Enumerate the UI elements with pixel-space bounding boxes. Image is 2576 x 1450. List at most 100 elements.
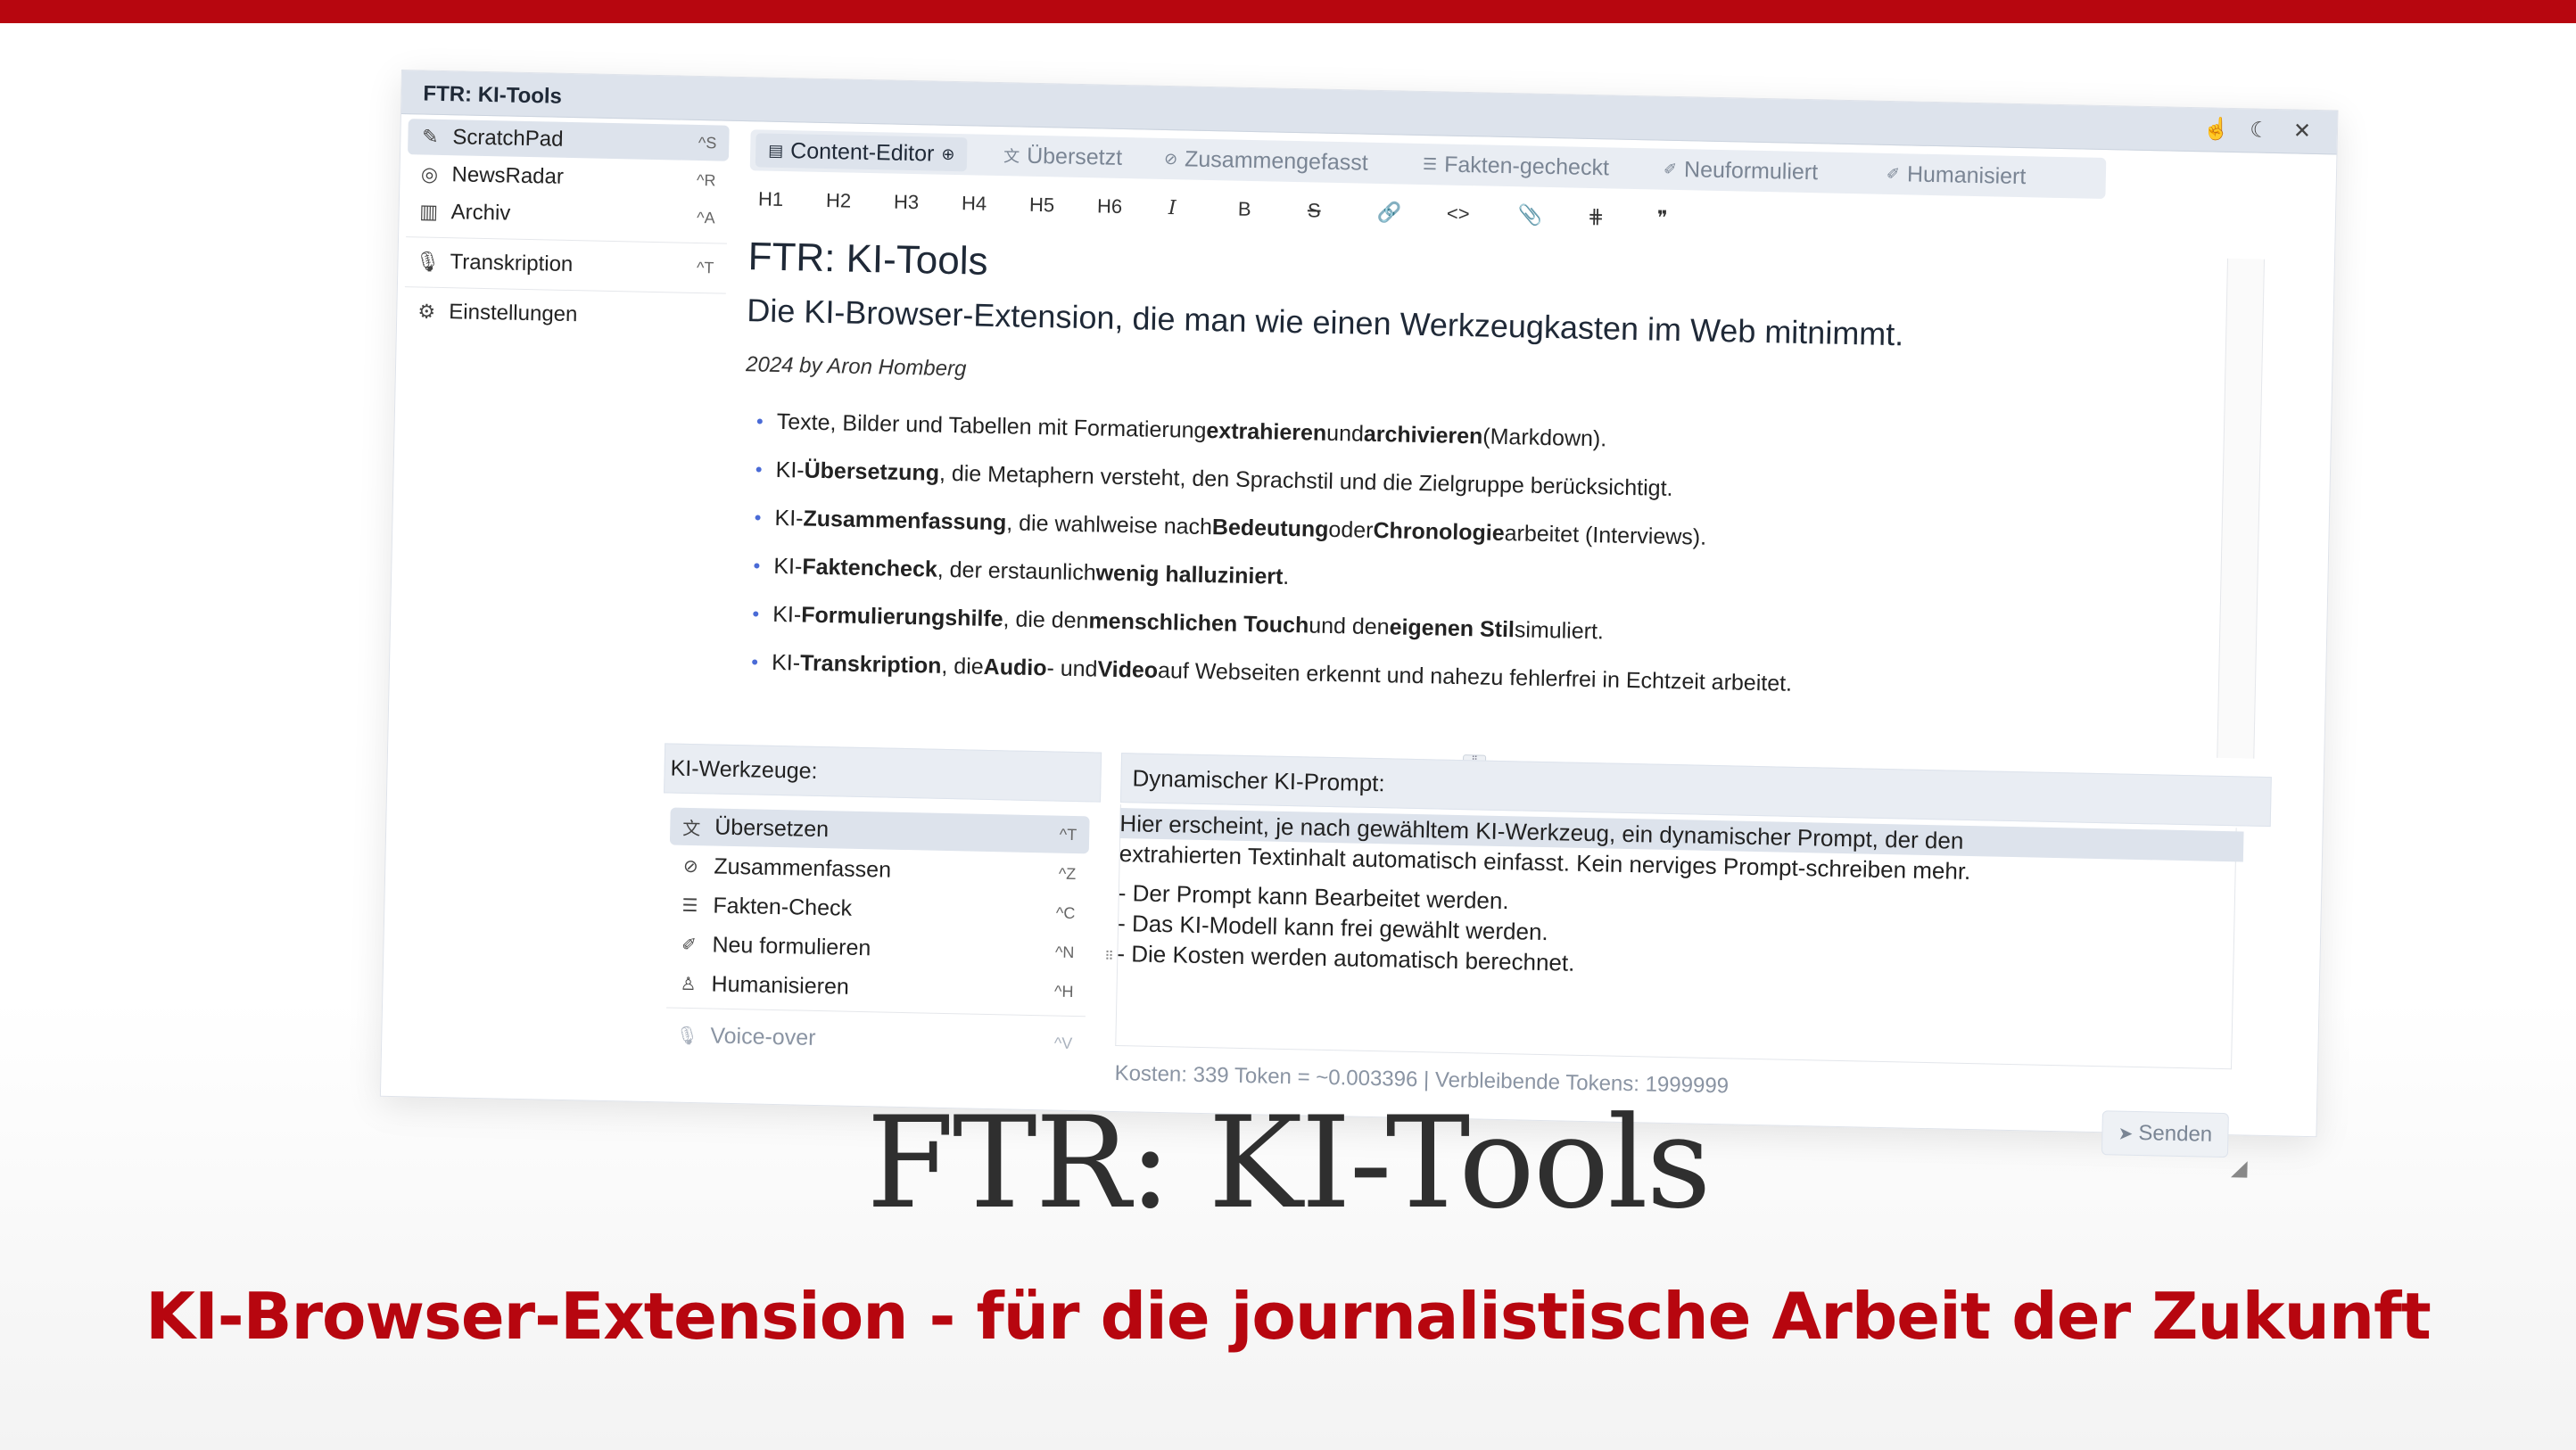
list-icon: ☰ [1422, 154, 1438, 173]
tool-item-zusammenfassen[interactable]: ⊘ Zusammenfassen ^Z [669, 846, 1089, 893]
heading1-button[interactable]: H1 [758, 183, 784, 216]
tool-item-fakten-check[interactable]: ☰ Fakten-Check ^C [668, 886, 1088, 932]
ki-tools-panel: KI-Werkzeuge: 文 Übersetzen ^T ⊘ Zusammen… [657, 743, 1102, 1100]
bullet-dot [754, 563, 760, 569]
list-icon: ☰ [681, 895, 698, 916]
window-title: FTR: KI-Tools [423, 81, 563, 109]
format-toolbar: H1 H2 H3 H4 H5 H6 I B S 🔗 <> 📎 ⋕ ❞ [749, 183, 1668, 228]
heading2-button[interactable]: H2 [826, 185, 852, 218]
bullet-text: Texte, Bilder und Tabellen mit Formatier… [776, 408, 1207, 443]
sidebar-item-newsradar[interactable]: ◎ NewsRadar ^R [407, 156, 729, 199]
translate-icon: 文 [682, 819, 701, 839]
compass-icon: ⊘ [1163, 149, 1178, 168]
heading5-button[interactable]: H5 [1029, 189, 1055, 222]
sidebar-item-scratchpad[interactable]: ✎ ScratchPad ^S [408, 119, 730, 161]
shortcut-hint: ^V [1053, 1034, 1073, 1052]
bullet-text: (Markdown). [1482, 423, 1607, 451]
attachment-icon[interactable]: 📎 [1517, 199, 1543, 232]
radar-icon: ◎ [420, 162, 439, 185]
tool-item-label: Übersetzen [714, 814, 830, 842]
bold-button[interactable]: B [1238, 194, 1251, 226]
bullet-text: und [1325, 420, 1365, 447]
bullet-text: KI- [774, 505, 804, 531]
sidebar-item-einstellungen[interactable]: ⚙ Einstellungen [404, 293, 726, 336]
content-editor[interactable]: FTR: KI-Tools Die KI-Browser-Extension, … [739, 227, 2266, 759]
heading4-button[interactable]: H4 [962, 187, 987, 220]
shortcut-hint: ^T [696, 258, 714, 276]
hand-pointer-icon[interactable]: ☝ [2203, 115, 2231, 143]
bullet-text: KI- [775, 457, 805, 483]
bullet-text: , die den [1003, 606, 1089, 633]
bullet-text: oder [1328, 516, 1374, 543]
heading6-button[interactable]: H6 [1097, 190, 1123, 223]
sidebar-item-transkription[interactable]: 🎙 Transkription ^T [405, 243, 727, 286]
shortcut-hint: ^Z [1058, 864, 1077, 883]
shortcut-hint: ^T [1059, 825, 1077, 844]
tab-neuformuliert[interactable]: ✐ Neuformuliert [1651, 152, 1831, 189]
add-circle-icon: ⊕ [941, 144, 955, 163]
sidebar-item-archiv[interactable]: ▥ Archiv ^A [406, 194, 728, 236]
shortcut-hint: ^R [696, 170, 716, 189]
bullet-text: , die Metaphern versteht, den Sprachstil… [938, 460, 1673, 501]
link-icon[interactable]: 🔗 [1377, 196, 1402, 229]
tab-zusammengefasst[interactable]: ⊘ Zusammengefasst [1152, 142, 1381, 180]
moon-icon[interactable]: ☾ [2246, 116, 2274, 144]
sidebar-divider [406, 236, 728, 244]
heading3-button[interactable]: H3 [894, 186, 920, 219]
bullet-bold-text: Transkription [799, 650, 942, 679]
bullet-text: simuliert. [1514, 616, 1605, 644]
tool-item-uebersetzen[interactable]: 文 Übersetzen ^T [669, 807, 1090, 854]
gear-icon: ⚙ [417, 300, 436, 323]
code-icon[interactable]: <> [1446, 198, 1470, 231]
prompt-textarea[interactable]: Hier erscheint, je nach gewähltem KI-Wer… [1117, 808, 2244, 992]
sidebar-item-label: Transkription [450, 250, 574, 277]
shortcut-hint: ^H [1053, 982, 1074, 1001]
tab-content-editor[interactable]: ▤ Content-Editor ⊕ [755, 133, 968, 172]
bullet-text: KI- [772, 601, 802, 628]
document-icon: ▤ [767, 141, 784, 160]
tab-uebersetzt[interactable]: 文 Übersetzt [991, 138, 1135, 175]
bullet-bold-text: menschlichen Touch [1088, 607, 1309, 638]
grid-icon[interactable]: ⋕ [1587, 201, 1605, 233]
shortcut-hint: ^N [1054, 943, 1075, 961]
drag-handle-icon[interactable]: ⠿ [1104, 949, 1116, 972]
bullet-bold-text: wenig halluziniert [1095, 559, 1284, 589]
ki-tools-heading: KI-Werkzeuge: [664, 743, 1102, 803]
tool-item-label: Fakten-Check [713, 893, 853, 921]
bullet-bold-text: Übersetzung [804, 457, 940, 486]
tab-label: Content-Editor [789, 137, 935, 167]
tool-item-humanisieren[interactable]: ♙ Humanisieren ^H [666, 964, 1086, 1010]
editor-heading-2: Die KI-Browser-Extension, die man wie ei… [747, 292, 1904, 353]
bullet-text: arbeitet (Interviews). [1504, 520, 1707, 550]
italic-button[interactable]: I [1168, 192, 1177, 224]
close-icon[interactable]: ✕ [2289, 117, 2316, 144]
tab-humanisiert[interactable]: ✐ Humanisiert [1874, 157, 2039, 194]
quote-icon[interactable]: ❞ [1656, 202, 1668, 235]
bullet-text: und den [1308, 612, 1390, 639]
pen-icon: ✐ [1886, 164, 1901, 183]
tool-item-neu-formulieren[interactable]: ✐ Neu formulieren ^N [667, 925, 1087, 971]
tool-item-voice-over[interactable]: 🎙 Voice-over ^V [665, 1016, 1086, 1062]
tab-label: Neuformuliert [1683, 156, 1819, 185]
sidebar-item-label: NewsRadar [451, 162, 565, 189]
shortcut-hint: ^C [1055, 903, 1076, 922]
tab-fakten-gecheckt[interactable]: ☰ Fakten-gecheckt [1410, 147, 1622, 185]
bullet-text: KI- [773, 553, 803, 580]
bullet-bold-text: Formulierungshilfe [800, 602, 1003, 631]
tab-label: Übersetzt [1026, 143, 1123, 170]
bullet-text: , die wahlweise nach [1006, 509, 1213, 540]
bullet-bold-text: Audio [983, 654, 1047, 680]
editor-bullet-list: Texte, Bilder und Tabellen mit Formatier… [752, 397, 2184, 715]
overlay-title: FTR: KI-Tools [866, 1090, 1711, 1237]
edit-icon: ✎ [421, 125, 439, 148]
strikethrough-button[interactable]: S [1308, 194, 1321, 227]
tab-label: Humanisiert [1906, 161, 2027, 189]
pen-icon: ✐ [1663, 160, 1678, 178]
sidebar-item-label: ScratchPad [452, 125, 564, 152]
tool-item-label: Zusammenfassen [714, 853, 892, 883]
shortcut-hint: ^A [696, 208, 715, 227]
dynamic-prompt-panel: Dynamischer KI-Prompt: Hier erscheint, j… [1114, 753, 2272, 1181]
person-icon: ♙ [680, 974, 697, 994]
editor-scrollbar[interactable] [2217, 258, 2266, 759]
bullet-bold-text: Chronologie [1373, 517, 1505, 546]
